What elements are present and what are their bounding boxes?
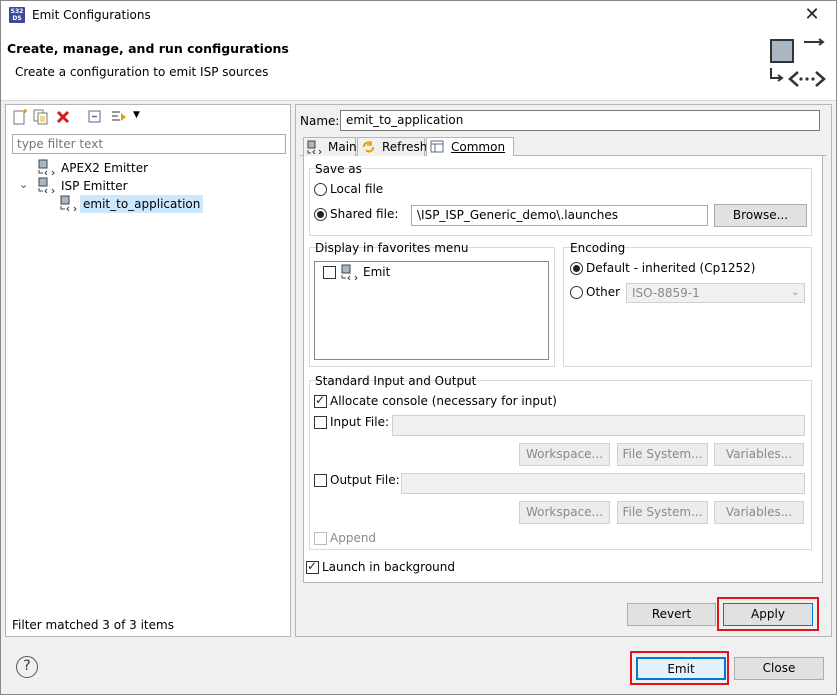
name-input[interactable]: emit_to_application (340, 110, 820, 131)
common-tab-icon (430, 140, 444, 153)
delete-config-icon[interactable] (55, 109, 71, 125)
favorite-emit-label: Emit (363, 265, 391, 279)
input-workspace-button[interactable]: Workspace... (519, 443, 610, 466)
refresh-icon (363, 141, 374, 153)
help-icon[interactable]: ? (16, 656, 38, 678)
tree-item-emit-to-application[interactable]: emit_to_application (80, 195, 204, 213)
save-as-group-title: Save as (315, 162, 362, 176)
main-tab-icon (307, 140, 322, 154)
chevron-down-icon: ⌄ (790, 285, 800, 298)
favorites-group-title: Display in favorites menu (315, 241, 469, 255)
tab-common[interactable]: Common (426, 137, 514, 156)
append-checkbox (314, 532, 327, 545)
window-title: Emit Configurations (32, 8, 151, 22)
tab-refresh[interactable]: Refresh (357, 137, 428, 156)
launch-config-icon (770, 38, 826, 87)
filter-icon[interactable] (111, 109, 127, 125)
input-file-checkbox[interactable] (314, 416, 327, 429)
name-label: Name: (300, 114, 340, 128)
input-file-field (392, 415, 805, 436)
new-config-icon[interactable] (12, 109, 28, 125)
tab-main[interactable]: Main (303, 137, 357, 156)
shared-file-input[interactable]: \ISP_ISP_Generic_demo\.launches (411, 205, 708, 226)
allocate-console-label: Allocate console (necessary for input) (330, 394, 557, 408)
local-file-radio[interactable] (314, 183, 327, 196)
launch-config-icon (60, 195, 77, 211)
other-encoding-select: ISO-8859-1 ⌄ (626, 283, 805, 303)
local-file-label: Local file (330, 182, 384, 196)
output-variables-button[interactable]: Variables... (714, 501, 804, 524)
duplicate-config-icon[interactable] (33, 109, 49, 125)
output-workspace-button[interactable]: Workspace... (519, 501, 610, 524)
filter-status-text: Filter matched 3 of 3 items (12, 618, 174, 632)
encoding-group-title: Encoding (570, 241, 626, 255)
close-window-button[interactable]: ✕ (790, 1, 834, 30)
favorite-emit-checkbox[interactable] (323, 266, 336, 279)
revert-button[interactable]: Revert (627, 603, 716, 626)
emit-favorite-icon (341, 264, 358, 280)
config-type-icon (38, 159, 55, 175)
shared-file-label: Shared file: (330, 207, 399, 221)
tab-common-label: Common (451, 140, 506, 154)
output-filesystem-button[interactable]: File System... (617, 501, 708, 524)
other-encoding-radio[interactable] (570, 286, 583, 299)
std-io-group-title: Standard Input and Output (315, 374, 477, 388)
output-file-checkbox[interactable] (314, 474, 327, 487)
apply-highlight-box (717, 597, 819, 631)
collapse-all-icon[interactable] (87, 109, 103, 125)
expand-chevron-icon[interactable]: ⌄ (19, 178, 28, 191)
header-title: Create, manage, and run configurations (7, 41, 289, 56)
launch-background-checkbox[interactable] (306, 559, 319, 574)
default-encoding-label: Default - inherited (Cp1252) (586, 261, 756, 275)
allocate-console-checkbox[interactable] (314, 393, 327, 408)
browse-button[interactable]: Browse... (714, 204, 807, 227)
emit-highlight-box (630, 651, 729, 685)
tree-item-apex2-emitter[interactable]: APEX2 Emitter (61, 159, 148, 177)
tab-refresh-label: Refresh (382, 140, 428, 154)
other-encoding-label: Other (586, 285, 621, 299)
append-label: Append (330, 531, 377, 545)
filter-input[interactable]: type filter text (12, 134, 286, 154)
default-encoding-radio[interactable] (570, 262, 583, 275)
input-filesystem-button[interactable]: File System... (617, 443, 708, 466)
app-icon: S32 DS (9, 7, 25, 23)
output-file-label: Output File: (330, 473, 400, 487)
input-file-label: Input File: (330, 415, 390, 429)
config-type-icon (38, 177, 55, 193)
launch-background-label: Launch in background (322, 560, 455, 574)
other-encoding-value: ISO-8859-1 (632, 286, 700, 300)
tab-main-label: Main (328, 140, 357, 154)
output-file-field (401, 473, 805, 494)
header-subtitle: Create a configuration to emit ISP sourc… (15, 65, 269, 79)
filter-menu-dropdown-icon[interactable]: ▼ (133, 110, 140, 120)
close-button[interactable]: Close (734, 657, 824, 680)
tree-item-isp-emitter[interactable]: ISP Emitter (61, 177, 128, 195)
shared-file-radio[interactable] (314, 208, 327, 221)
input-variables-button[interactable]: Variables... (714, 443, 804, 466)
